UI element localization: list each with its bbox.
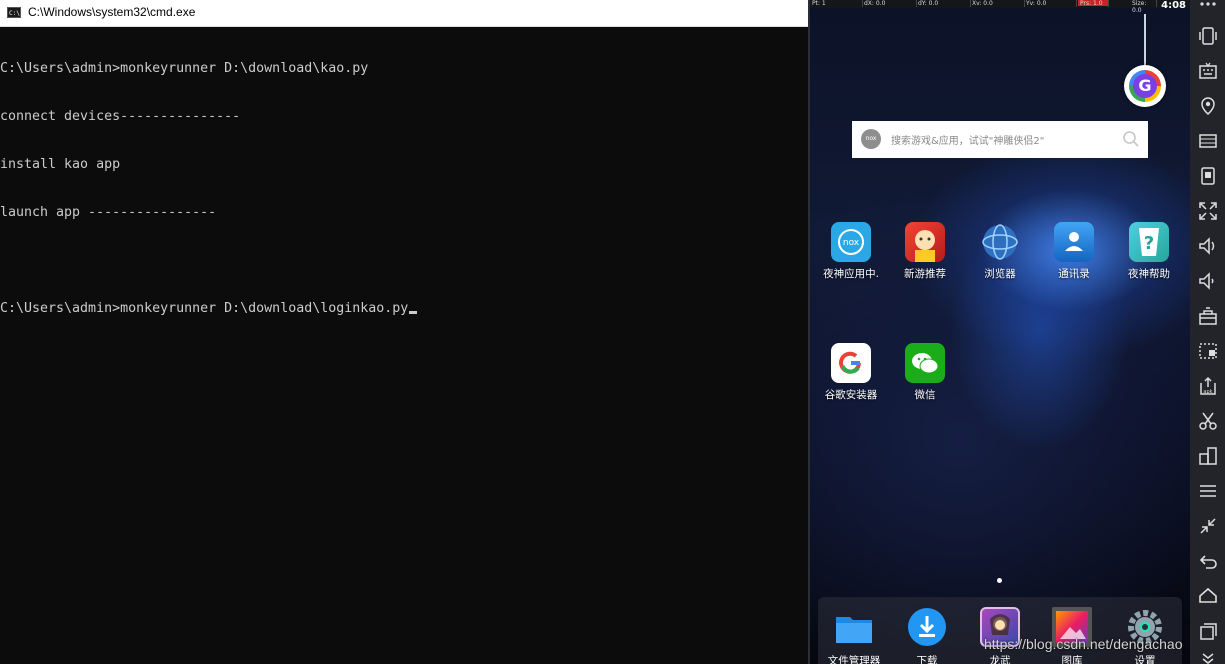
- app-nox-center[interactable]: nox 夜神应用中.: [816, 222, 886, 281]
- app-label: 通讯录: [1058, 268, 1090, 280]
- app-contacts[interactable]: 通讯录: [1039, 222, 1109, 281]
- location-icon[interactable]: [1197, 95, 1219, 117]
- wechat-icon: [905, 343, 945, 383]
- pointer-info-cell: dX: 0.0: [864, 0, 917, 7]
- app-label: 下载: [916, 655, 938, 664]
- floating-ball-tether: [1144, 14, 1146, 66]
- app-label: 浏览器: [984, 268, 1016, 280]
- scissors-icon[interactable]: [1197, 410, 1219, 432]
- console-prompt-text: C:\Users\admin>monkeyrunner D:\download\…: [0, 301, 409, 316]
- download-icon: [907, 607, 947, 647]
- app-label: 夜神帮助: [1128, 268, 1170, 280]
- pointer-info-cell: Size: 0.0: [1132, 0, 1157, 14]
- expand-down-icon[interactable]: [1200, 652, 1216, 664]
- volume-up-icon[interactable]: [1197, 235, 1219, 257]
- app-label: 文件管理器: [827, 655, 881, 664]
- app-label: 谷歌安装器: [824, 389, 878, 401]
- toolbox-icon[interactable]: [1197, 305, 1219, 327]
- app-label: 新游推荐: [904, 268, 946, 280]
- nox-help-icon: ?: [1129, 222, 1169, 262]
- status-time: 4:08: [1161, 0, 1186, 11]
- volume-down-icon[interactable]: [1197, 270, 1219, 292]
- console-line: launch app ----------------: [0, 205, 217, 220]
- cmd-app-icon: C:\: [7, 7, 21, 18]
- app-label: 设置: [1134, 655, 1156, 664]
- screen-mode-icon[interactable]: [1197, 130, 1219, 152]
- g-ring-icon: G: [1129, 70, 1161, 102]
- pointer-info-cell: Xv: 0.0: [972, 0, 1025, 7]
- floating-g-button[interactable]: G: [1124, 65, 1166, 107]
- recent-apps-icon[interactable]: [1197, 620, 1219, 642]
- dock-download[interactable]: 下载: [892, 607, 962, 664]
- svg-text:nox: nox: [843, 238, 860, 248]
- shrink-icon[interactable]: [1197, 515, 1219, 537]
- search-placeholder: 搜索游戏&应用，试试"神雕侠侣2": [891, 136, 1045, 147]
- contacts-icon: [1054, 222, 1094, 262]
- pointer-info-cell: Yv: 0.0: [1026, 0, 1077, 7]
- search-icon[interactable]: [1122, 130, 1140, 148]
- home-icon[interactable]: [1197, 585, 1219, 607]
- android-emulator-screen[interactable]: Pt: 1 dX: 0.0 dY: 0.0 Xv: 0.0 Yv: 0.0 Pr…: [810, 0, 1190, 664]
- screenshot-icon[interactable]: [1197, 165, 1219, 187]
- text-cursor: [409, 311, 418, 314]
- app-label: 微信: [914, 389, 936, 401]
- app-google-installer[interactable]: 谷歌安装器: [816, 343, 886, 402]
- cmd-titlebar[interactable]: C:\ C:\Windows\system32\cmd.exe: [0, 0, 808, 27]
- multi-instance-icon[interactable]: [1197, 445, 1219, 467]
- cmd-window-title: C:\Windows\system32\cmd.exe: [28, 5, 196, 19]
- app-label: 龙武: [989, 655, 1011, 664]
- console-prompt-line[interactable]: C:\Users\admin>monkeyrunner D:\download\…: [0, 301, 808, 317]
- menu-icon[interactable]: [1197, 480, 1219, 502]
- keyboard-icon[interactable]: [1197, 60, 1219, 82]
- pointer-info-cell: Pt: 1: [812, 0, 863, 7]
- cmd-window: C:\ C:\Windows\system32\cmd.exe C:\Users…: [0, 0, 808, 664]
- browser-globe-icon: [980, 222, 1020, 262]
- watermark-text: https://blog.csdn.net/dengachao: [984, 636, 1183, 652]
- fullscreen-icon[interactable]: [1197, 200, 1219, 222]
- android-status-bar: Pt: 1 dX: 0.0 dY: 0.0 Xv: 0.0 Yv: 0.0 Pr…: [810, 0, 1190, 14]
- app-browser[interactable]: 浏览器: [965, 222, 1035, 281]
- nox-logo-icon: nox: [861, 129, 881, 149]
- pointer-info-cell: Prs: 1.0: [1080, 0, 1109, 7]
- shake-icon[interactable]: [1197, 25, 1219, 47]
- console-line: C:\Users\admin>monkeyrunner D:\download\…: [0, 61, 369, 76]
- cmd-console-output[interactable]: C:\Users\admin>monkeyrunner D:\download\…: [0, 29, 808, 349]
- more-options-icon[interactable]: [1199, 0, 1217, 8]
- svg-text:?: ?: [1144, 233, 1154, 254]
- app-new-games[interactable]: 新游推荐: [890, 222, 960, 281]
- dock: 文件管理器 下载 龙武 图库 设置: [818, 597, 1182, 664]
- svg-text:apk: apk: [1203, 389, 1212, 395]
- dock-file-manager[interactable]: 文件管理器: [819, 607, 889, 664]
- record-icon[interactable]: [1197, 340, 1219, 362]
- folder-icon: [834, 607, 874, 647]
- app-nox-help[interactable]: ? 夜神帮助: [1114, 222, 1184, 281]
- new-games-icon: [905, 222, 945, 262]
- app-label: 夜神应用中.: [823, 268, 879, 280]
- app-wechat[interactable]: 微信: [890, 343, 960, 402]
- app-label: 图库: [1061, 655, 1083, 664]
- g-letter-icon: G: [1133, 74, 1157, 98]
- emulator-toolbar: apk: [1190, 0, 1225, 664]
- pointer-info-cell: dY: 0.0: [918, 0, 971, 7]
- console-line: install kao app: [0, 157, 121, 172]
- app-search-bar[interactable]: nox 搜索游戏&应用，试试"神雕侠侣2": [852, 121, 1148, 158]
- google-installer-icon: [831, 343, 871, 383]
- page-indicator-dot: [997, 578, 1002, 583]
- apk-install-icon[interactable]: apk: [1197, 375, 1219, 397]
- console-line: connect devices---------------: [0, 109, 241, 124]
- back-icon[interactable]: [1197, 550, 1219, 572]
- nox-app-center-icon: nox: [831, 222, 871, 262]
